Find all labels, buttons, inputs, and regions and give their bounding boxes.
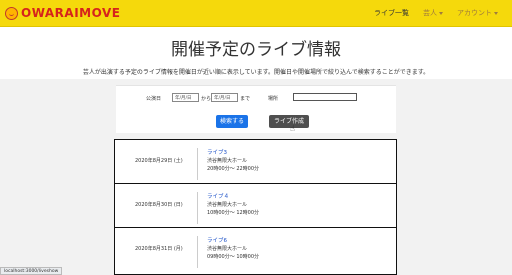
live-venue: 渋谷無限大ホール: [207, 158, 248, 164]
live-title-link[interactable]: ライブ3: [207, 149, 259, 157]
brand-link[interactable]: OWARAIMOVE: [5, 6, 120, 20]
divider: [197, 192, 198, 224]
create-live-button[interactable]: ライブ作成: [269, 115, 309, 128]
laughing-face-icon: [5, 6, 18, 20]
place-label: 場所: [268, 96, 279, 102]
page-title: 開催予定のライブ情報: [171, 40, 341, 60]
search-panel: 公演日 年/月/日 から 年/月/日 まで 場所 検索する ライブ作成 ☝: [116, 85, 396, 133]
live-venue: 渋谷無限大ホール: [207, 246, 248, 252]
divider: [197, 148, 198, 180]
live-date: 2020年8月29日 (土): [135, 158, 183, 164]
chevron-down-icon: [439, 11, 443, 15]
live-date: 2020年8月30日 (日): [135, 202, 183, 208]
live-time: 10時00分〜 12時00分: [207, 210, 260, 216]
brand-name: OWARAIMOVE: [21, 6, 121, 20]
place-input[interactable]: [293, 93, 357, 101]
live-date: 2020年8月31日 (月): [135, 246, 183, 252]
status-bar-url: localhost:3000/liveshow: [0, 267, 63, 275]
from-separator: から: [201, 96, 212, 102]
divider: [197, 236, 198, 268]
live-info: ライブ3 渋谷無限大ホール 20時00分〜 22時00分: [207, 149, 259, 173]
live-title-link[interactable]: ライブ6: [207, 237, 259, 245]
live-info: ライブ４ 渋谷無限大ホール 10時00分〜 12時00分: [207, 193, 259, 217]
nav-item-label: ライブ一覧: [374, 9, 409, 17]
date-to-input[interactable]: 年/月/日: [211, 93, 238, 102]
nav-item-live-list[interactable]: ライブ一覧: [374, 8, 409, 18]
live-card: 2020年8月31日 (月) ライブ6 渋谷無限大ホール 09時00分〜 10時…: [114, 227, 397, 275]
date-from-input[interactable]: 年/月/日: [172, 93, 199, 102]
to-separator: まで: [240, 96, 251, 102]
chevron-down-icon: [494, 11, 498, 15]
page-subtitle: 芸人が出演する予定のライブ情報を開催日が近い順に表示しています。開催日や開催場所…: [82, 69, 430, 76]
nav-item-comedians[interactable]: 芸人: [423, 8, 443, 18]
nav-item-account[interactable]: アカウント: [457, 8, 498, 18]
navbar: OWARAIMOVE ライブ一覧 芸人 アカウント: [0, 0, 512, 27]
page-header: 開催予定のライブ情報 芸人が出演する予定のライブ情報を開催日が近い順に表示してい…: [0, 27, 512, 79]
nav-links: ライブ一覧 芸人 アカウント: [374, 8, 512, 18]
live-card: 2020年8月30日 (日) ライブ４ 渋谷無限大ホール 10時00分〜 12時…: [114, 183, 397, 231]
live-venue: 渋谷無限大ホール: [207, 202, 248, 208]
search-button[interactable]: 検索する: [216, 115, 248, 128]
live-info: ライブ6 渋谷無限大ホール 09時00分〜 10時00分: [207, 237, 259, 261]
search-row: 公演日 年/月/日 から 年/月/日 まで 場所: [116, 93, 396, 103]
live-time: 20時00分〜 22時00分: [207, 166, 260, 172]
live-card: 2020年8月29日 (土) ライブ3 渋谷無限大ホール 20時00分〜 22時…: [114, 139, 397, 187]
date-label: 公演日: [146, 96, 162, 102]
nav-item-label: 芸人: [423, 9, 437, 17]
live-title-link[interactable]: ライブ４: [207, 193, 259, 201]
nav-item-label: アカウント: [457, 9, 492, 17]
live-time: 09時00分〜 10時00分: [207, 254, 260, 260]
hand-cursor-icon: ☝: [290, 124, 295, 133]
